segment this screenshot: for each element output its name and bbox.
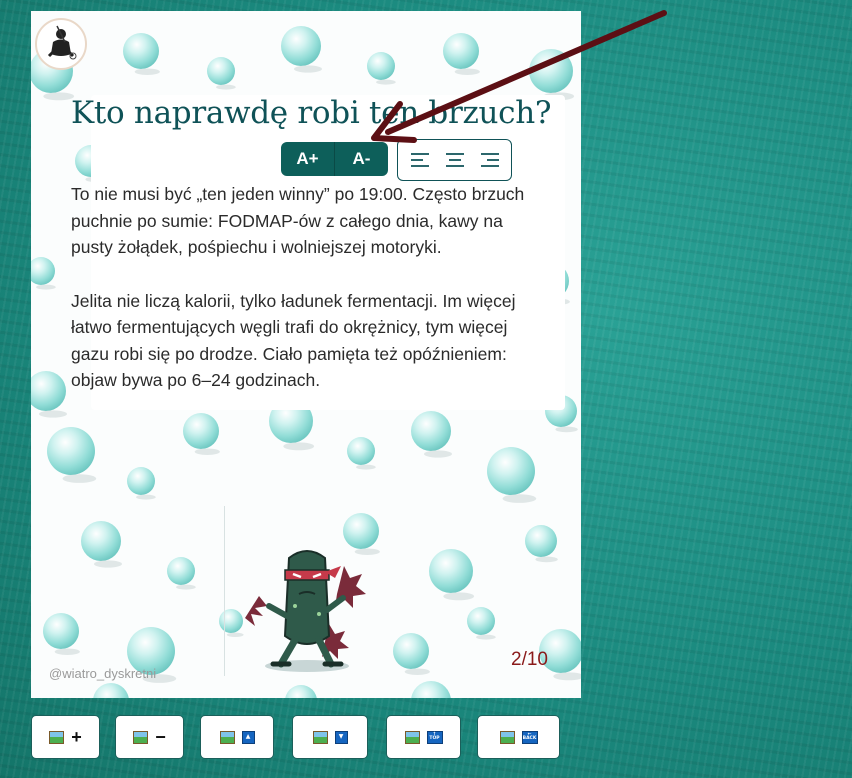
author-handle: @wiatro_dyskretni xyxy=(49,666,157,681)
align-right-icon[interactable] xyxy=(477,147,503,173)
bubble xyxy=(281,26,321,66)
ninja-logo xyxy=(35,18,87,70)
bubble xyxy=(393,633,429,669)
zoom-in-button[interactable]: + xyxy=(31,715,100,759)
image-icon xyxy=(404,730,420,744)
align-left-icon[interactable] xyxy=(407,147,433,173)
bubble-shadow xyxy=(502,494,537,503)
paragraph: To nie musi być „ten jeden winny” po 19:… xyxy=(71,184,525,257)
bubble xyxy=(43,613,79,649)
bubble xyxy=(123,33,159,69)
cucumber-ninja-mascot xyxy=(245,550,366,672)
move-up-button[interactable]: ▲ xyxy=(200,715,274,759)
bubble xyxy=(467,607,495,635)
minus-icon: − xyxy=(155,727,166,747)
bubble-shadow xyxy=(194,448,220,455)
bubble xyxy=(487,447,535,495)
back-icon: ← BACK xyxy=(521,730,538,744)
arrow-up-icon: ▲ xyxy=(241,730,255,744)
bubble xyxy=(367,52,395,80)
divider xyxy=(224,506,225,676)
align-center-icon[interactable] xyxy=(442,147,468,173)
font-increase-button[interactable]: A+ xyxy=(281,142,334,176)
bubble-shadow xyxy=(535,556,558,563)
slide-title: Kto naprawdę robi ten brzuch? xyxy=(71,95,552,131)
slide-card: Kto naprawdę robi ten brzuch? A+ A- To n… xyxy=(31,11,581,698)
image-icon xyxy=(219,730,235,744)
bubble xyxy=(429,549,473,593)
bubble xyxy=(47,427,95,475)
bubble-shadow xyxy=(136,494,156,500)
move-down-button[interactable]: ▼ xyxy=(292,715,368,759)
bubble xyxy=(31,257,55,285)
bubble-shadow xyxy=(39,410,67,418)
bubble-shadow xyxy=(54,648,80,655)
bubble-shadow xyxy=(443,592,475,601)
bubble-shadow xyxy=(134,68,160,75)
bubble xyxy=(127,467,155,495)
scroll-top-button[interactable]: ↑ TOP xyxy=(386,715,461,759)
bubble xyxy=(207,57,235,85)
bubble-shadow xyxy=(553,672,581,681)
bubble-shadow xyxy=(424,450,452,458)
top-icon: ↑ TOP xyxy=(426,730,443,744)
back-button[interactable]: ← BACK xyxy=(477,715,560,759)
bubble-shadow xyxy=(62,474,97,483)
back-label: BACK xyxy=(522,736,537,741)
bubble-shadow xyxy=(356,464,376,470)
bubble xyxy=(443,33,479,69)
font-decrease-button[interactable]: A- xyxy=(334,142,388,176)
bubble xyxy=(93,683,129,698)
plus-icon: + xyxy=(71,727,82,747)
top-label: TOP xyxy=(429,736,440,741)
bubble xyxy=(525,525,557,557)
text-align-controls xyxy=(397,139,512,181)
bubble-shadow xyxy=(176,584,196,590)
bubble-shadow xyxy=(216,84,236,90)
bubble xyxy=(411,681,451,698)
bubble-shadow xyxy=(94,560,122,568)
bubble-shadow xyxy=(43,92,75,101)
bubble-shadow xyxy=(294,65,322,73)
image-icon xyxy=(49,730,65,744)
bubble-shadow xyxy=(36,284,56,290)
page-indicator: 2/10 xyxy=(511,649,548,670)
bubble-shadow xyxy=(555,426,578,433)
bubble xyxy=(81,521,121,561)
bubble-shadow xyxy=(404,668,430,675)
zoom-out-button[interactable]: − xyxy=(115,715,184,759)
bubble xyxy=(285,685,317,698)
image-icon xyxy=(499,730,515,744)
image-icon xyxy=(312,730,328,744)
slide-body: To nie musi być „ten jeden winny” po 19:… xyxy=(71,181,546,421)
image-icon xyxy=(133,730,149,744)
bubble-shadow xyxy=(283,442,315,451)
bubble xyxy=(31,371,66,411)
paragraph: Jelita nie liczą kalorii, tylko ładunek … xyxy=(71,290,516,391)
bubble-shadow xyxy=(454,68,480,75)
bubble xyxy=(167,557,195,585)
font-size-controls: A+ A- xyxy=(281,142,388,176)
bubble-shadow xyxy=(476,634,496,640)
bubble xyxy=(347,437,375,465)
arrow-down-icon: ▼ xyxy=(334,730,348,744)
bubble xyxy=(529,49,573,93)
bubble-shadow xyxy=(376,79,396,85)
